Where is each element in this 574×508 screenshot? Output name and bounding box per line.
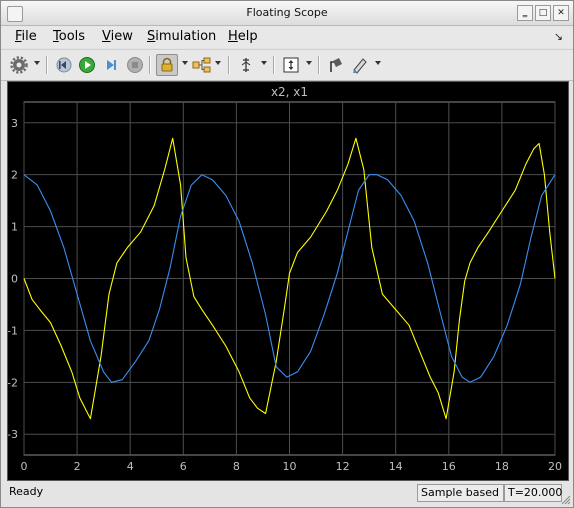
status-bar: Ready Sample based T=20.000 xyxy=(1,481,573,507)
x-tick-label: 20 xyxy=(548,460,562,473)
scope-plot[interactable]: x2, x1 0 2 4 6 8 10 12 14 16 18 20 3 2 1 0 -1 -2 -3 xyxy=(7,81,569,481)
style-icon[interactable] xyxy=(325,54,347,76)
dock-icon[interactable]: ↘ xyxy=(554,30,563,43)
y-tick-label: -1 xyxy=(8,324,18,337)
x-tick-label: 10 xyxy=(283,460,297,473)
gear-icon[interactable] xyxy=(8,54,30,76)
x-tick-label: 14 xyxy=(389,460,403,473)
x-tick-label: 8 xyxy=(233,460,240,473)
toolbar-separator xyxy=(318,56,320,74)
cursor-measure-icon[interactable] xyxy=(235,54,257,76)
resize-grip-icon[interactable] xyxy=(561,495,571,505)
sample-mode-field: Sample based xyxy=(417,484,504,502)
minimize-icon[interactable]: ‗ xyxy=(517,5,533,21)
menu-help[interactable]: Help xyxy=(228,29,258,44)
toolbar-separator xyxy=(46,56,48,74)
x-tick-label: 0 xyxy=(21,460,28,473)
toolbar xyxy=(1,49,573,81)
scope-window: Floating Scope ‗ □ ✕ File Tools View Sim… xyxy=(0,0,574,508)
x-tick-label: 6 xyxy=(180,460,187,473)
toolbar-separator xyxy=(273,56,275,74)
status-text: Ready xyxy=(9,485,44,498)
time-field: T=20.000 xyxy=(504,484,562,502)
step-back-icon[interactable] xyxy=(53,54,75,76)
zoom-dropdown-arrow[interactable] xyxy=(306,61,312,65)
maximize-icon[interactable]: □ xyxy=(535,5,551,21)
y-tick-label: 1 xyxy=(11,221,18,234)
signal-selector-icon[interactable] xyxy=(191,54,213,76)
x-tick-label: 4 xyxy=(127,460,134,473)
highlight-icon[interactable] xyxy=(349,54,371,76)
stop-icon[interactable] xyxy=(124,54,146,76)
signal-dropdown-arrow[interactable] xyxy=(215,61,221,65)
y-tick-label: -3 xyxy=(8,428,18,441)
x-tick-label: 12 xyxy=(336,460,350,473)
chart-title: x2, x1 xyxy=(271,85,308,99)
scope-chart[interactable]: x2, x10 2 4 6 8 10 12 14 16 18 203210-1-2-3 xyxy=(8,82,568,480)
lock-dropdown-arrow[interactable] xyxy=(182,61,188,65)
window-title: Floating Scope xyxy=(246,6,328,19)
zoom-y-icon[interactable] xyxy=(280,54,302,76)
gear-dropdown-arrow[interactable] xyxy=(34,61,40,65)
step-forward-icon[interactable] xyxy=(100,54,122,76)
highlight-dropdown-arrow[interactable] xyxy=(375,61,381,65)
x-tick-label: 18 xyxy=(495,460,509,473)
y-tick-label: 2 xyxy=(11,169,18,182)
close-icon[interactable]: ✕ xyxy=(553,5,569,21)
toolbar-separator xyxy=(149,56,151,74)
menu-tools[interactable]: Tools xyxy=(53,29,85,44)
lock-icon[interactable] xyxy=(156,54,178,76)
y-tick-label: 3 xyxy=(11,117,18,130)
y-tick-label: -2 xyxy=(8,376,18,389)
menu-bar: File Tools View Simulation Help ↘ xyxy=(1,26,573,48)
x-tick-label: 2 xyxy=(74,460,81,473)
menu-view[interactable]: View xyxy=(102,29,133,44)
window-controls: ‗ □ ✕ xyxy=(517,5,569,21)
title-bar[interactable]: Floating Scope ‗ □ ✕ xyxy=(1,1,573,26)
menu-simulation[interactable]: Simulation xyxy=(147,29,216,44)
toolbar-separator xyxy=(228,56,230,74)
x-tick-label: 16 xyxy=(442,460,456,473)
measure-dropdown-arrow[interactable] xyxy=(261,61,267,65)
y-tick-label: 0 xyxy=(11,273,18,286)
run-icon[interactable] xyxy=(76,54,98,76)
menu-file[interactable]: File xyxy=(15,29,37,44)
